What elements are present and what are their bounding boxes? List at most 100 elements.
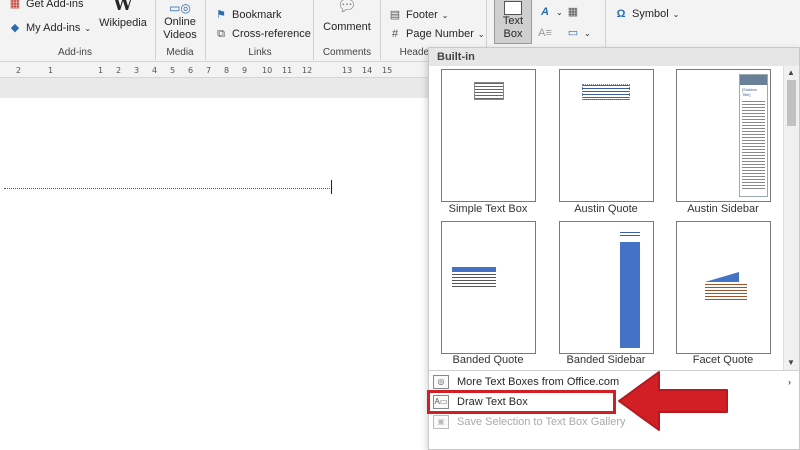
online-videos-button[interactable]: ▭◎ Online Videos [160, 0, 200, 42]
chevron-right-icon: › [788, 377, 791, 387]
document-page[interactable] [0, 98, 430, 450]
ruler-tick: 11 [282, 66, 293, 75]
bookmark-button[interactable]: ⚑ Bookmark [214, 8, 282, 22]
thumb-label: Banded Quote [452, 354, 524, 366]
thumb-preview [452, 267, 496, 289]
symbol-button[interactable]: Ω Symbol ⌄ [614, 7, 680, 21]
ruler-tick: 3 [134, 66, 140, 75]
save-selection-label: Save Selection to Text Box Gallery [457, 416, 626, 428]
dropcap-button[interactable]: A≡ [538, 26, 552, 40]
online-video-icon: ▭◎ [169, 1, 191, 15]
thumb-austin-sidebar[interactable]: [Sidebar Title] [676, 69, 771, 202]
text-box-label-1: Text [502, 15, 524, 27]
footer-icon: ▤ [389, 9, 401, 21]
my-addins-button[interactable]: ◆ My Add-ins ⌄ [8, 21, 91, 35]
bookmark-label: Bookmark [232, 9, 282, 21]
chevron-down-icon: ⌄ [584, 28, 591, 38]
page-number-button[interactable]: # Page Number ⌄ [388, 27, 485, 41]
ruler-tick: 9 [242, 66, 248, 75]
menu-divider [429, 370, 799, 371]
thumb-preview [582, 84, 630, 100]
chevron-down-icon: ⌄ [441, 10, 449, 20]
thumb-preview [705, 272, 747, 302]
thumb-simple-text-box[interactable] [441, 69, 536, 202]
calendar-icon: ▦ [567, 6, 579, 18]
object-icon: ▭ [567, 27, 579, 39]
cross-reference-icon: ⧉ [217, 28, 225, 40]
sidebar-title: [Sidebar Title] [742, 87, 757, 97]
my-addins-label: My Add-ins [26, 22, 81, 34]
chevron-down-icon: ⌄ [477, 29, 485, 39]
text-box-icon [504, 1, 522, 15]
thumb-banded-sidebar[interactable] [559, 221, 654, 354]
gallery-scrollbar[interactable]: ▲ ▼ [783, 66, 799, 371]
cross-reference-button[interactable]: ⧉ Cross-reference [214, 27, 311, 41]
omega-icon: Ω [616, 8, 626, 20]
save-selection-item: ▣ Save Selection to Text Box Gallery [429, 412, 799, 432]
comment-label: Comment [323, 21, 371, 33]
more-text-boxes-item[interactable]: ◎ More Text Boxes from Office.com › [429, 372, 799, 392]
online-videos-label-2: Videos [163, 29, 197, 41]
text-cursor [331, 180, 332, 194]
thumb-preview: [Sidebar Title] [739, 74, 768, 197]
ruler-tick: 2 [16, 66, 22, 75]
ruler-tick: 1 [48, 66, 54, 75]
footer-button[interactable]: ▤ Footer ⌄ [388, 8, 449, 22]
get-addins-label: Get Add-ins [26, 0, 84, 10]
text-box-label-2: Box [503, 28, 523, 40]
ruler-tick: 5 [170, 66, 176, 75]
symbol-label: Symbol [632, 8, 669, 20]
gallery-header: Built-in [429, 48, 799, 66]
wikipedia-button[interactable]: W Wikipedia [98, 0, 148, 30]
date-time-button[interactable]: ▦ [566, 5, 580, 19]
wikipedia-label: Wikipedia [99, 17, 147, 29]
text-line [4, 188, 330, 189]
ruler-tick: 15 [382, 66, 393, 75]
text-box-button[interactable]: Text Box [494, 0, 532, 44]
office-globe-icon: ◎ [433, 375, 449, 389]
comment-button[interactable]: 💬︎ Comment [318, 0, 376, 34]
thumb-facet-quote[interactable] [676, 221, 771, 354]
wordart-icon: A [541, 6, 549, 18]
thumb-label: Austin Quote [574, 203, 638, 215]
ruler-margin [0, 78, 430, 98]
draw-text-box-highlight [427, 390, 616, 414]
scroll-thumb[interactable] [787, 80, 796, 126]
wordart-button[interactable]: A ⌄ [538, 5, 563, 19]
ruler-tick: 12 [302, 66, 313, 75]
group-divider [205, 0, 206, 60]
page-number-icon: # [391, 28, 399, 40]
media-group-label: Media [166, 47, 194, 58]
online-videos-label-1: Online [164, 16, 196, 28]
dropcap-icon: A≡ [538, 27, 552, 39]
ruler-tick: 4 [152, 66, 158, 75]
ruler-tick: 1 [98, 66, 104, 75]
cross-reference-label: Cross-reference [232, 28, 311, 40]
ruler-tick: 8 [224, 66, 230, 75]
get-addins-button[interactable]: ▦ Get Add-ins [8, 0, 84, 11]
thumb-preview [620, 232, 640, 350]
links-group-label: Links [248, 47, 272, 58]
more-text-boxes-label: More Text Boxes from Office.com [457, 376, 620, 388]
group-divider [155, 0, 156, 60]
thumb-label: Simple Text Box [448, 203, 528, 215]
thumb-austin-quote[interactable] [559, 69, 654, 202]
object-button[interactable]: ▭ ⌄ [566, 26, 591, 40]
chevron-down-icon: ⌄ [84, 23, 92, 33]
bookmark-icon: ⚑ [216, 9, 226, 21]
addins-group-label: Add-ins [58, 47, 92, 58]
chevron-down-icon: ⌄ [672, 9, 680, 19]
ruler-tick: 14 [362, 66, 373, 75]
ruler-tick: 13 [342, 66, 353, 75]
thumb-label: Facet Quote [692, 354, 754, 366]
thumb-banded-quote[interactable] [441, 221, 536, 354]
comments-group-label: Comments [322, 47, 372, 58]
horizontal-ruler[interactable]: 2 1 1 2 3 4 5 6 7 8 9 10 11 12 13 14 15 [0, 62, 430, 78]
chevron-down-icon: ⌄ [556, 7, 563, 17]
group-divider [313, 0, 314, 60]
footer-label: Footer [406, 9, 438, 21]
addins-icon: ◆ [10, 22, 20, 34]
scroll-down-icon[interactable]: ▼ [787, 358, 795, 367]
ruler-tick: 10 [262, 66, 273, 75]
scroll-up-icon[interactable]: ▲ [787, 68, 795, 77]
